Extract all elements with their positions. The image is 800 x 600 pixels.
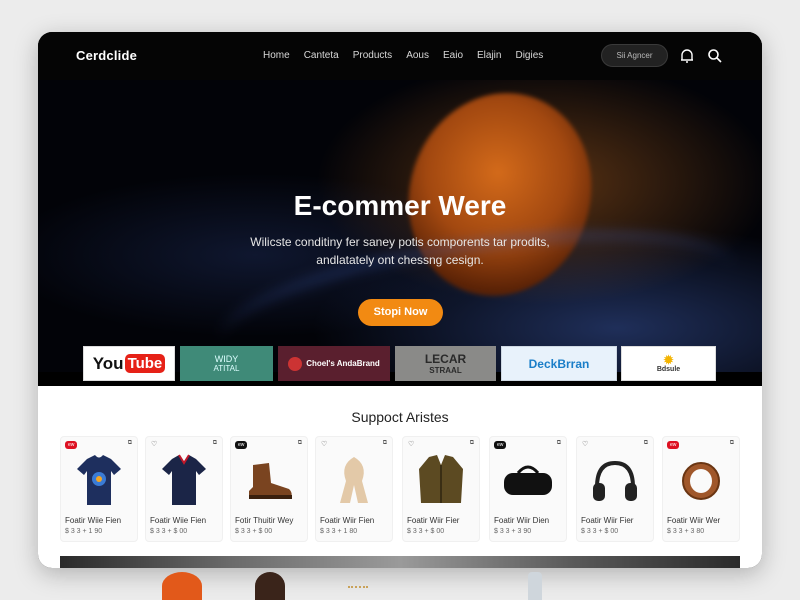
brand-logo-bdsule[interactable]: ✹ Bdsule: [621, 346, 716, 381]
brand-lecar-main: LECAR: [424, 352, 467, 366]
product-name: Foatir Wiir Fien: [320, 516, 375, 525]
product-card[interactable]: ew ⧉ Fotir Thuitir Wey $ 3 3 + $ 00: [230, 436, 308, 542]
compare-icon[interactable]: ⧉: [730, 440, 734, 447]
compare-icon[interactable]: ⧉: [128, 440, 132, 447]
product-name: Foatir Wiie Fien: [65, 516, 122, 525]
peek-ornament-thumbnail: [338, 572, 378, 600]
product-card[interactable]: ew ⧉ Foatir Wiir Wer $ 3 3 + 3 80: [662, 436, 740, 542]
brand-logo-deckbrran[interactable]: DeckBrran: [501, 346, 617, 381]
brand-deckbrran-text: DeckBrran: [528, 356, 590, 371]
product-name: Foatir Wiir Wer: [667, 516, 721, 525]
new-badge: ew: [494, 441, 507, 449]
brand-logo-choels[interactable]: Choel's AndaBrand: [278, 346, 390, 381]
scarf-icon: [340, 457, 368, 503]
product-name: Foatir Wiie Fien: [150, 516, 207, 525]
brand-choels-text: Choel's AndaBrand: [306, 359, 380, 368]
brand-widy-main: WIDY: [214, 354, 239, 364]
nav-link-elajin[interactable]: Elajin: [477, 50, 501, 61]
search-icon[interactable]: [706, 47, 724, 65]
tshirt-icon: [77, 455, 121, 505]
boot-icon: [249, 463, 292, 499]
heart-icon[interactable]: ♡: [408, 440, 414, 448]
product-name: Foatir Wiir Dien: [494, 516, 550, 525]
youtube-text: You: [92, 353, 124, 373]
duffel-bag-icon: [504, 465, 552, 495]
hero-subtitle: Wilicste conditiny fer saney potis compo…: [238, 233, 562, 269]
main-menu: Home Canteta Products Aous Eaio Elajin D…: [263, 50, 543, 61]
peek-bottle-thumbnail: [515, 572, 555, 600]
shop-now-button[interactable]: Stopi Now: [358, 299, 443, 326]
nav-link-canteta[interactable]: Canteta: [304, 50, 339, 61]
hero-banner: E-commer Were Wilicste conditiny fer san…: [38, 80, 762, 372]
compare-icon[interactable]: ⧉: [383, 440, 387, 447]
peek-logo-thumbnail: [162, 572, 202, 600]
compare-icon[interactable]: ⧉: [557, 440, 561, 447]
brand-logo-lecar[interactable]: LECAR STRAAL: [395, 346, 496, 381]
heart-icon[interactable]: ♡: [321, 440, 327, 448]
new-badge: ew: [65, 441, 78, 449]
heart-icon[interactable]: ♡: [582, 440, 588, 448]
product-name: Foatir Wiir Fier: [581, 516, 634, 525]
new-badge: ew: [235, 441, 248, 449]
brand-widy-sub: ATITAL: [213, 364, 240, 373]
sun-icon: ✹: [663, 353, 674, 367]
product-price: $ 3 3 + 3 80: [667, 528, 705, 535]
headphones-icon: [593, 460, 637, 501]
brand-logo-strip: You Tube WIDY ATITAL Choel's AndaBrand L…: [38, 338, 762, 386]
browser-frame: Cerdclide Home Canteta Products Aous Eai…: [38, 32, 762, 568]
compare-icon[interactable]: ⧉: [644, 440, 648, 447]
nav-link-aous[interactable]: Aous: [406, 50, 429, 61]
compare-icon[interactable]: ⧉: [298, 440, 302, 447]
hero-subtitle-line2: andlatately ont chessng cesign.: [316, 253, 484, 267]
polo-shirt-icon: [162, 454, 206, 505]
nav-link-products[interactable]: Products: [353, 50, 392, 61]
hero-title: E-commer Were: [293, 190, 507, 221]
site-logo[interactable]: Cerdclide: [76, 48, 137, 63]
product-card[interactable]: ♡ ⧉ Foatir Wiir Fien $ 3 3 + 1 80: [315, 436, 393, 542]
product-price: $ 3 3 + 3 90: [494, 528, 532, 535]
next-section-strip: [60, 556, 740, 568]
bracelet-icon: [682, 462, 720, 500]
nav-link-home[interactable]: Home: [263, 50, 290, 61]
products-section: Suppoct Aristes ew ⧉ Foatir Wiie Fien $ …: [38, 386, 762, 568]
heart-icon[interactable]: ♡: [151, 440, 157, 448]
product-card[interactable]: ♡ ⧉ Foatir Wiie Fien $ 3 3 + $ 00: [145, 436, 223, 542]
product-price: $ 3 3 + 1 90: [65, 528, 103, 535]
product-card[interactable]: ew ⧉ Foatir Wiir Dien $ 3 3 + 3 90: [489, 436, 567, 542]
product-card[interactable]: ew ⧉ Foatir Wiie Fien $ 3 3 + 1 90: [60, 436, 138, 542]
bell-icon[interactable]: [678, 47, 696, 65]
section-title: Suppoct Aristes: [351, 409, 449, 425]
product-price: $ 3 3 + $ 00: [235, 528, 273, 535]
new-badge: ew: [667, 441, 680, 449]
sign-in-button[interactable]: Sii Agncer: [601, 44, 668, 67]
jacket-icon: [419, 455, 463, 503]
product-name: Foatir Wiir Fier: [407, 516, 460, 525]
nav-link-digies[interactable]: Digies: [515, 50, 543, 61]
product-price: $ 3 3 + $ 00: [407, 528, 445, 535]
product-name: Fotir Thuitir Wey: [235, 516, 294, 525]
product-price: $ 3 3 + 1 80: [320, 528, 358, 535]
brand-choels-badge-icon: [288, 356, 303, 371]
top-navbar: Cerdclide Home Canteta Products Aous Eai…: [38, 32, 762, 80]
brand-logo-widy[interactable]: WIDY ATITAL: [180, 346, 273, 381]
peek-person-thumbnail: [250, 572, 290, 600]
youtube-tube-text: Tube: [124, 354, 166, 373]
compare-icon[interactable]: ⧉: [213, 440, 217, 447]
brand-lecar-sub: STRAAL: [429, 366, 462, 375]
brand-logo-youtube[interactable]: You Tube: [83, 346, 175, 381]
product-card[interactable]: ♡ ⧉ Foatir Wiir Fier $ 3 3 + $ 00: [576, 436, 654, 542]
product-card[interactable]: ♡ ⧉ Foatir Wiir Fier $ 3 3 + $ 00: [402, 436, 480, 542]
hero-subtitle-line1: Wilicste conditiny fer saney potis compo…: [250, 235, 550, 249]
nav-link-eaio[interactable]: Eaio: [443, 50, 463, 61]
product-price: $ 3 3 + $ 00: [581, 528, 619, 535]
compare-icon[interactable]: ⧉: [470, 440, 474, 447]
brand-bdsule-text: Bdsule: [656, 366, 681, 373]
product-price: $ 3 3 + $ 00: [150, 528, 188, 535]
